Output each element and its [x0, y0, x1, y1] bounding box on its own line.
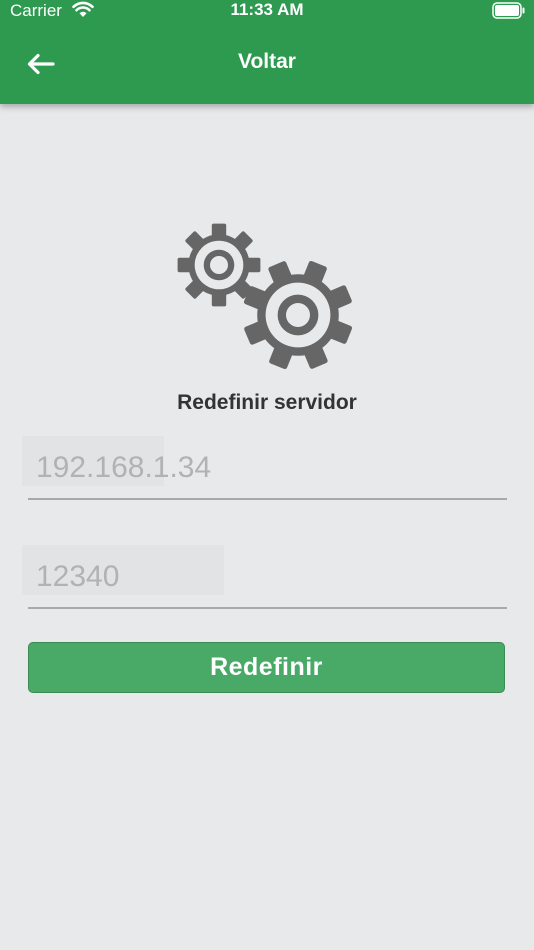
status-time: 11:33 AM [230, 0, 304, 19]
status-bar: Carrier 11:33 AM [0, 0, 534, 22]
server-ip-input[interactable] [36, 450, 476, 486]
header-title: Voltar [238, 50, 296, 73]
redefine-button[interactable]: Redefinir [28, 642, 505, 693]
gears-icon [172, 218, 370, 387]
server-port-input[interactable] [36, 559, 476, 595]
reset-server-title: Redefinir servidor [177, 391, 357, 414]
port-field-container [22, 545, 507, 609]
battery-icon [492, 2, 526, 24]
ip-field-container [22, 436, 507, 500]
app-header: Carrier 11:33 AM Voltar [0, 0, 534, 104]
